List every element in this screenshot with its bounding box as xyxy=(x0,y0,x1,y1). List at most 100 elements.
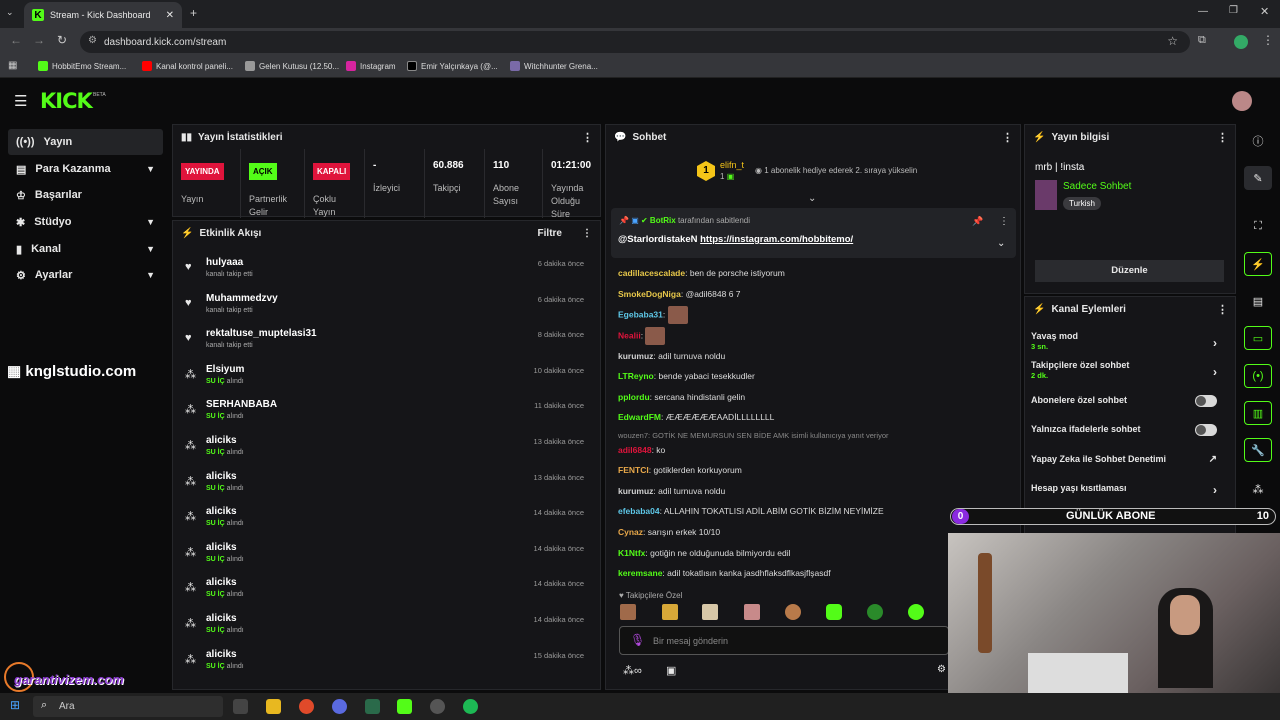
task-view-icon[interactable] xyxy=(233,699,248,714)
edit-button[interactable]: Düzenle xyxy=(1035,260,1224,282)
emote-icon[interactable] xyxy=(867,604,883,620)
pinned-link[interactable]: https://instagram.com/hobbitemo/ xyxy=(700,234,853,245)
event-username[interactable]: rektaltuse_muptelasi31 xyxy=(206,328,317,339)
bookmark-star-icon[interactable]: ☆ xyxy=(1167,34,1178,48)
windows-start-icon[interactable]: ⊞ xyxy=(10,698,20,712)
emote-icon[interactable] xyxy=(744,604,760,620)
chevron-right-icon[interactable]: › xyxy=(1213,483,1217,497)
chrome-icon[interactable] xyxy=(299,699,314,714)
chat-username[interactable]: adil6848 xyxy=(618,445,652,455)
event-username[interactable]: aliciks xyxy=(206,577,237,588)
expand-pin-icon[interactable]: ⌄ xyxy=(997,238,1005,249)
kick-logo[interactable]: KICK xyxy=(40,89,93,113)
layers-icon[interactable]: ▥ xyxy=(1244,401,1272,425)
sidebar-item-yayin[interactable]: ((•)) Yayın xyxy=(8,129,163,155)
channel-action-row[interactable]: Takipçilere özel sohbet 2 dk. › xyxy=(1031,360,1227,384)
toggle-switch[interactable] xyxy=(1195,395,1217,407)
tab-list-icon[interactable]: ⌄ xyxy=(6,7,14,18)
more-options-icon[interactable]: ⋮ xyxy=(1217,303,1228,316)
bookmark-item[interactable]: Emir Yalçınkaya (@... xyxy=(407,61,498,71)
chat-username[interactable]: pplordu xyxy=(618,392,650,402)
event-username[interactable]: hulyaaa xyxy=(206,257,243,268)
chat-username[interactable]: Cynaz xyxy=(618,527,643,537)
bookmark-item[interactable]: HobbitEmo Stream... xyxy=(38,61,126,71)
chevron-right-icon[interactable]: › xyxy=(1213,336,1217,350)
taskbar-search[interactable]: ⌕ Ara xyxy=(33,696,223,717)
emote-icon[interactable] xyxy=(702,604,718,620)
collapse-leaderboard-icon[interactable]: ⌄ xyxy=(808,193,816,204)
chat-username[interactable]: keremsane xyxy=(618,568,662,578)
browser-tab[interactable]: K Stream - Kick Dashboard ✕ xyxy=(24,2,182,28)
site-info-icon[interactable]: ⚙ xyxy=(88,35,97,46)
user-avatar[interactable] xyxy=(1232,91,1252,111)
microphone-icon[interactable]: 🎙 xyxy=(630,633,645,647)
more-options-icon[interactable]: ⋮ xyxy=(1002,131,1013,144)
emote-icon[interactable] xyxy=(785,604,801,620)
restore-icon[interactable]: ❐ xyxy=(1229,5,1238,16)
emote-icon[interactable] xyxy=(620,604,636,620)
event-username[interactable]: aliciks xyxy=(206,435,237,446)
event-username[interactable]: aliciks xyxy=(206,471,237,482)
scene-icon[interactable]: ⁂ xyxy=(1244,477,1272,501)
chat-input[interactable]: 🎙 Bir mesaj gönderin xyxy=(619,626,949,655)
chat-icon[interactable]: ▭ xyxy=(1244,326,1272,350)
sidebar-item-para-kazanma[interactable]: ▤ Para Kazanma ▼ xyxy=(8,156,163,182)
emote-icon[interactable] xyxy=(908,604,924,620)
chat-tools-icon[interactable]: ⁂∞ xyxy=(623,664,642,677)
url-field[interactable]: ⚙ dashboard.kick.com/stream ☆ xyxy=(80,31,1190,53)
browser-menu-icon[interactable]: ⋮ xyxy=(1262,33,1274,47)
chat-settings-icon[interactable]: ⚙ xyxy=(937,664,946,675)
bookmark-item[interactable]: Kanal kontrol paneli... xyxy=(142,61,233,71)
new-tab-icon[interactable]: + xyxy=(190,6,197,20)
wrench-icon[interactable]: 🔧 xyxy=(1244,438,1272,462)
sidebar-item-ayarlar[interactable]: ⚙ Ayarlar ▼ xyxy=(8,262,163,288)
channel-action-row[interactable]: Yapay Zeka ile Sohbet Denetimi ↗ xyxy=(1031,454,1227,478)
chat-username[interactable]: SmokeDogNiga xyxy=(618,289,681,299)
sidebar-item-kanal[interactable]: ▮ Kanal ▼ xyxy=(8,236,163,262)
reload-icon[interactable]: ↻ xyxy=(57,33,67,47)
chat-username[interactable]: cadillacescalade xyxy=(618,268,685,278)
sidebar-item-studyo[interactable]: ✱ Stüdyo ▼ xyxy=(8,209,163,235)
apps-grid-icon[interactable]: ▦ xyxy=(8,60,17,71)
chat-username[interactable]: LTReyno xyxy=(618,371,654,381)
forward-icon[interactable]: → xyxy=(33,33,45,47)
bookmark-item[interactable]: Instagram xyxy=(346,61,396,71)
chat-username[interactable]: FENTCI xyxy=(618,465,649,475)
stream-category[interactable]: Sadece Sohbet xyxy=(1063,181,1131,192)
more-options-icon[interactable]: ⋮ xyxy=(582,131,593,144)
event-username[interactable]: SERHANBABA xyxy=(206,399,277,410)
gift-prompt[interactable]: ◉ 1 abonelik hediye ederek 2. sıraya yük… xyxy=(755,166,917,175)
channel-action-row[interactable]: Abonelere özel sohbet xyxy=(1031,395,1227,419)
profile-avatar-icon[interactable] xyxy=(1234,35,1248,49)
file-explorer-icon[interactable] xyxy=(266,699,281,714)
pin-menu-icon[interactable]: ⋮ xyxy=(999,216,1009,227)
event-username[interactable]: aliciks xyxy=(206,542,237,553)
channel-action-row[interactable]: Yalnızca ifadelerle sohbet xyxy=(1031,424,1227,448)
close-window-icon[interactable]: ✕ xyxy=(1260,5,1269,18)
event-username[interactable]: Muhammedzvy xyxy=(206,293,278,304)
event-username[interactable]: aliciks xyxy=(206,506,237,517)
event-username[interactable]: Elsiyum xyxy=(206,364,244,375)
bookmark-item[interactable]: Witchhunter Grena... xyxy=(510,61,598,71)
filter-button[interactable]: Filtre xyxy=(538,228,562,239)
extensions-icon[interactable]: ⧉ xyxy=(1198,34,1206,47)
spotify-icon[interactable] xyxy=(463,699,478,714)
obs-icon[interactable] xyxy=(430,699,445,714)
app-icon[interactable] xyxy=(365,699,380,714)
toggle-switch[interactable] xyxy=(1195,424,1217,436)
back-icon[interactable]: ← xyxy=(10,33,22,47)
minimize-icon[interactable]: — xyxy=(1198,6,1208,17)
emote-icon[interactable] xyxy=(826,604,842,620)
chat-username[interactable]: EdwardFM xyxy=(618,412,661,422)
kick-app-icon[interactable] xyxy=(397,699,412,714)
bolt-icon[interactable]: ⚡ xyxy=(1244,252,1272,276)
top-gifter-name[interactable]: elifn_t xyxy=(720,160,744,170)
crop-icon[interactable]: ⛶ xyxy=(1244,214,1272,238)
external-link-icon[interactable]: ↗ xyxy=(1209,454,1217,465)
emote-icon[interactable] xyxy=(662,604,678,620)
discord-icon[interactable] xyxy=(332,699,347,714)
document-icon[interactable]: ▤ xyxy=(1244,289,1272,313)
hamburger-menu-icon[interactable]: ☰ xyxy=(14,92,27,110)
chat-username[interactable]: kurumuz xyxy=(618,486,653,496)
chat-username[interactable]: kurumuz xyxy=(618,351,653,361)
